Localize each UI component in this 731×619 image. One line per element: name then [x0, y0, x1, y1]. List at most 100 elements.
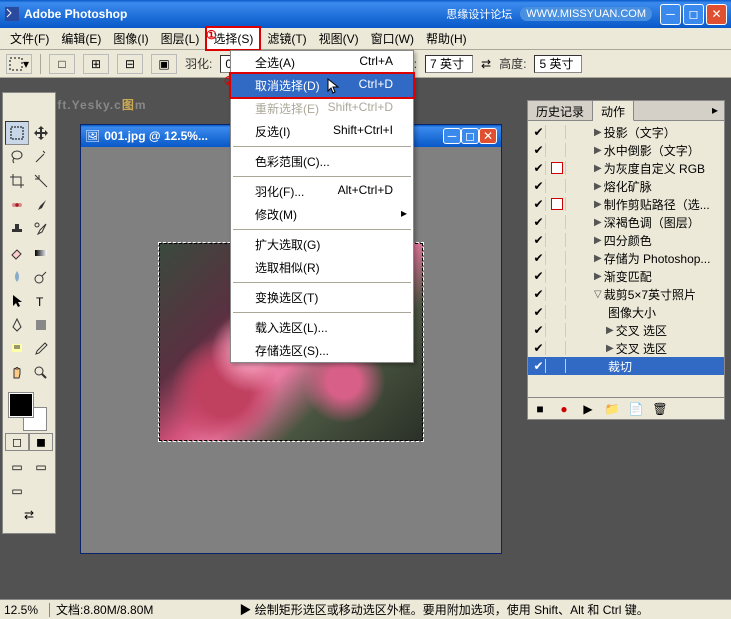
action-toggle-checkbox[interactable]: ✔	[532, 341, 546, 355]
pen-tool[interactable]	[5, 313, 29, 337]
menu-item-1[interactable]: 取消选择(D)Ctrl+D	[229, 72, 415, 99]
menu-item-16[interactable]: 存储选区(S)...	[231, 339, 413, 362]
action-dialog-toggle[interactable]	[550, 143, 566, 157]
selection-intersect-icon[interactable]: ▣	[151, 54, 177, 74]
tab-actions[interactable]: 动作	[593, 101, 634, 121]
stop-icon[interactable]: ■	[532, 401, 548, 417]
type-tool[interactable]: T	[29, 289, 53, 313]
maximize-button[interactable]: ◻	[683, 4, 704, 25]
disclosure-triangle-icon[interactable]: ▶	[594, 217, 602, 228]
disclosure-triangle-icon[interactable]: ▶	[606, 325, 614, 336]
action-toggle-checkbox[interactable]: ✔	[532, 305, 546, 319]
action-dialog-toggle[interactable]	[550, 323, 566, 337]
screen-full-menu-icon[interactable]: ▭	[29, 455, 53, 479]
disclosure-triangle-icon[interactable]: ▶	[606, 343, 614, 354]
action-toggle-checkbox[interactable]: ✔	[532, 233, 546, 247]
action-dialog-toggle[interactable]	[550, 197, 566, 211]
action-row[interactable]: ✔▶渐变匹配	[528, 267, 724, 285]
brush-tool[interactable]	[29, 193, 53, 217]
menu-item-15[interactable]: 载入选区(L)...	[231, 316, 413, 339]
minimize-button[interactable]: ─	[660, 4, 681, 25]
lasso-tool[interactable]	[5, 145, 29, 169]
action-row[interactable]: ✔▶为灰度自定义 RGB	[528, 159, 724, 177]
standard-mode-icon[interactable]: ◻	[5, 433, 29, 451]
action-row[interactable]: ✔▶熔化矿脉	[528, 177, 724, 195]
action-row[interactable]: ✔▶存储为 Photoshop...	[528, 249, 724, 267]
action-row[interactable]: ✔▶四分颜色	[528, 231, 724, 249]
zoom-tool[interactable]	[29, 361, 53, 385]
disclosure-triangle-icon[interactable]: ▶	[594, 271, 602, 282]
menu-image[interactable]: 图像(I)	[107, 28, 154, 49]
menu-help[interactable]: 帮助(H)	[420, 28, 473, 49]
action-toggle-checkbox[interactable]: ✔	[532, 143, 546, 157]
action-toggle-checkbox[interactable]: ✔	[532, 269, 546, 283]
foreground-swatch[interactable]	[9, 393, 33, 417]
action-dialog-toggle[interactable]	[550, 359, 566, 373]
disclosure-triangle-icon[interactable]: ▶	[594, 253, 602, 264]
height-input[interactable]	[534, 55, 582, 73]
width-input[interactable]	[425, 55, 473, 73]
menu-item-7[interactable]: 羽化(F)...Alt+Ctrl+D	[231, 180, 413, 203]
heal-tool[interactable]	[5, 193, 29, 217]
action-row[interactable]: ✔▶水中倒影（文字）	[528, 141, 724, 159]
quickmask-mode-icon[interactable]: ◼	[29, 433, 53, 451]
eraser-tool[interactable]	[5, 241, 29, 265]
menu-edit[interactable]: 编辑(E)	[55, 28, 107, 49]
new-set-icon[interactable]: 📁	[604, 401, 620, 417]
action-dialog-toggle[interactable]	[550, 179, 566, 193]
imageready-icon[interactable]: ⇄	[5, 503, 53, 527]
screen-full-icon[interactable]: ▭	[5, 479, 29, 503]
new-action-icon[interactable]: 📄	[628, 401, 644, 417]
wand-tool[interactable]	[29, 145, 53, 169]
menu-item-0[interactable]: 全选(A)Ctrl+A	[231, 51, 413, 74]
selection-new-icon[interactable]: □	[49, 54, 75, 74]
marquee-tool[interactable]	[5, 121, 29, 145]
move-tool[interactable]	[29, 121, 53, 145]
action-dialog-toggle[interactable]	[550, 251, 566, 265]
action-row[interactable]: ✔▶交叉 选区	[528, 321, 724, 339]
menu-filter[interactable]: 滤镜(T)	[261, 28, 312, 49]
action-dialog-toggle[interactable]	[550, 305, 566, 319]
slice-tool[interactable]	[29, 169, 53, 193]
history-brush-tool[interactable]	[29, 217, 53, 241]
color-swatches[interactable]	[5, 391, 53, 431]
action-dialog-toggle[interactable]	[550, 287, 566, 301]
action-toggle-checkbox[interactable]: ✔	[532, 359, 546, 373]
disclosure-triangle-icon[interactable]: ▶	[594, 145, 602, 156]
disclosure-triangle-icon[interactable]: ▶	[594, 163, 602, 174]
action-row[interactable]: ✔▶深褐色调（图层）	[528, 213, 724, 231]
action-dialog-toggle[interactable]	[550, 341, 566, 355]
stamp-tool[interactable]	[5, 217, 29, 241]
menu-item-3[interactable]: 反选(I)Shift+Ctrl+I	[231, 120, 413, 143]
action-toggle-checkbox[interactable]: ✔	[532, 215, 546, 229]
disclosure-triangle-icon[interactable]: ▶	[594, 235, 602, 246]
shape-tool[interactable]	[29, 313, 53, 337]
menu-view[interactable]: 视图(V)	[313, 28, 365, 49]
path-select-tool[interactable]	[5, 289, 29, 313]
doc-close-button[interactable]: ✕	[479, 128, 497, 144]
crop-tool[interactable]	[5, 169, 29, 193]
menu-item-8[interactable]: 修改(M)	[231, 203, 413, 226]
menu-file[interactable]: 文件(F)	[4, 28, 55, 49]
action-toggle-checkbox[interactable]: ✔	[532, 197, 546, 211]
action-row[interactable]: ✔▽裁剪5×7英寸照片	[528, 285, 724, 303]
tab-history[interactable]: 历史记录	[528, 101, 593, 120]
menu-item-10[interactable]: 扩大选取(G)	[231, 233, 413, 256]
disclosure-triangle-icon[interactable]: ▶	[594, 199, 602, 210]
menu-window[interactable]: 窗口(W)	[365, 28, 420, 49]
action-row[interactable]: ✔图像大小	[528, 303, 724, 321]
notes-tool[interactable]	[5, 337, 29, 361]
action-toggle-checkbox[interactable]: ✔	[532, 161, 546, 175]
action-row[interactable]: ✔▶交叉 选区	[528, 339, 724, 357]
selection-add-icon[interactable]: ⊞	[83, 54, 109, 74]
blur-tool[interactable]	[5, 265, 29, 289]
action-dialog-toggle[interactable]	[550, 161, 566, 175]
action-dialog-toggle[interactable]	[550, 269, 566, 283]
menu-item-11[interactable]: 选取相似(R)	[231, 256, 413, 279]
screen-standard-icon[interactable]: ▭	[5, 455, 29, 479]
menu-layer[interactable]: 图层(L)	[155, 28, 206, 49]
gradient-tool[interactable]	[29, 241, 53, 265]
trash-icon[interactable]: 🗑	[652, 401, 668, 417]
action-dialog-toggle[interactable]	[550, 125, 566, 139]
action-row[interactable]: ✔▶投影（文字）	[528, 123, 724, 141]
